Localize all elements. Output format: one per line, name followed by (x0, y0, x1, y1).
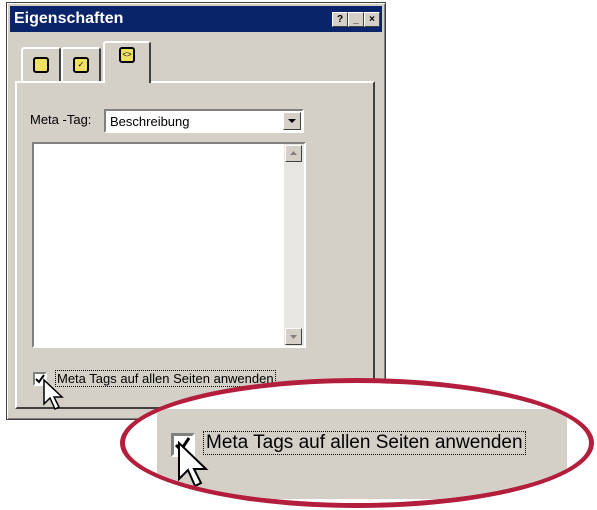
meta-content-textarea[interactable] (32, 142, 306, 348)
close-button[interactable]: × (364, 12, 380, 27)
mouse-cursor-icon (178, 441, 209, 488)
help-button[interactable]: ? (332, 12, 348, 27)
checklist-icon: ✓ (73, 57, 89, 73)
title-bar[interactable]: Eigenschaften ? _ × (10, 6, 382, 32)
mouse-cursor-icon (43, 378, 64, 411)
tab-meta-tags[interactable]: <> (103, 41, 151, 83)
zoom-callout: Meta Tags auf allen Seiten anwenden (120, 378, 594, 508)
code-tag-icon: <> (119, 47, 135, 63)
meta-tag-select[interactable]: Beschreibung (104, 109, 304, 133)
scroll-up-icon[interactable] (285, 145, 302, 162)
page-icon (33, 57, 49, 73)
tab-checklist[interactable]: ✓ (61, 47, 101, 81)
zoom-panel: Meta Tags auf allen Seiten anwenden (157, 409, 567, 499)
vertical-scrollbar[interactable] (284, 144, 304, 346)
chevron-down-icon[interactable] (283, 112, 301, 130)
tab-page[interactable] (21, 47, 61, 81)
minimize-button[interactable]: _ (348, 12, 364, 27)
scroll-down-icon[interactable] (285, 328, 302, 345)
meta-tag-select-value: Beschreibung (110, 114, 190, 129)
zoom-checkbox-label: Meta Tags auf allen Seiten anwenden (203, 431, 526, 455)
window-title: Eigenschaften (14, 10, 124, 27)
meta-tag-label: Meta -Tag: (30, 112, 92, 127)
